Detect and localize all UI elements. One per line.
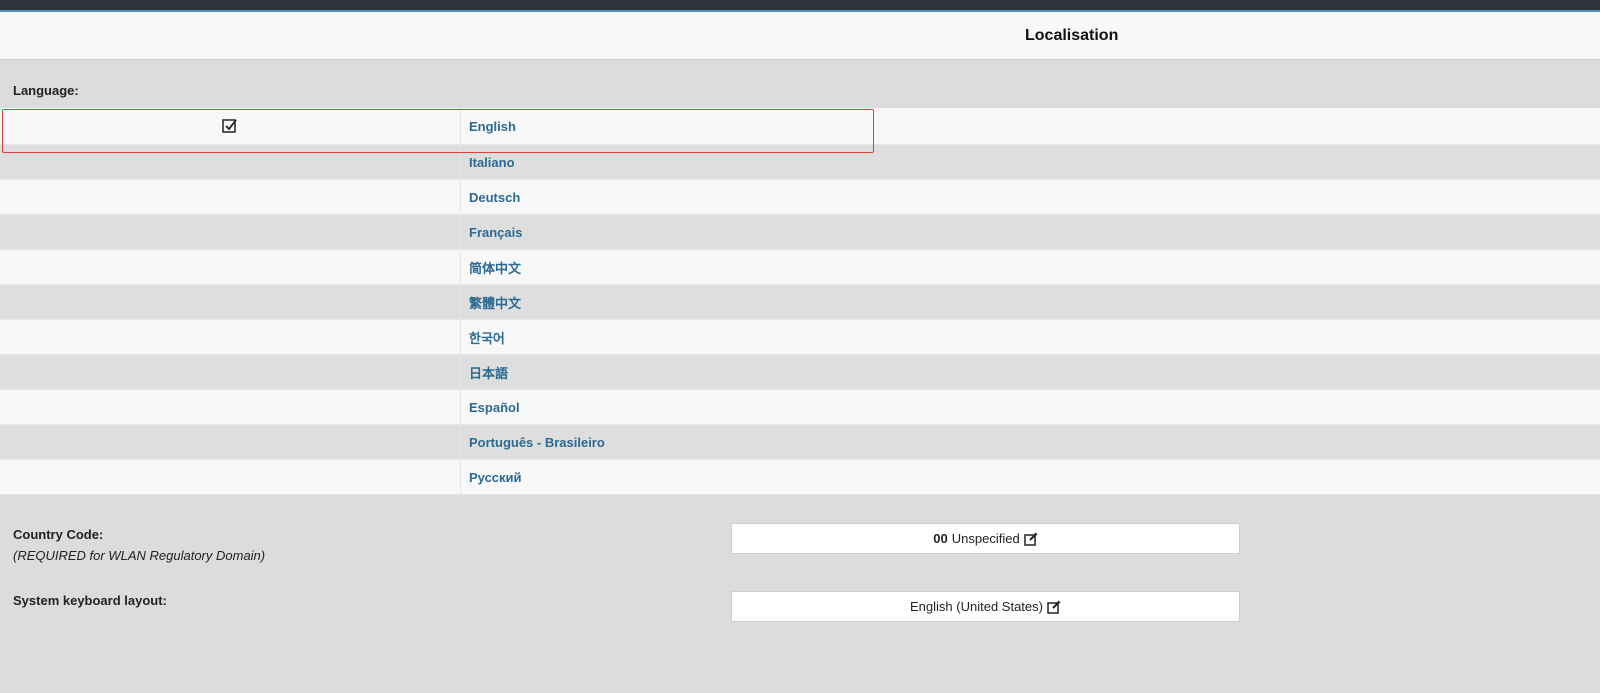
language-row-korean[interactable]: 한국어 [0, 320, 1600, 355]
language-select-cell[interactable] [0, 320, 461, 354]
language-link-japanese[interactable]: 日本語 [461, 355, 1600, 389]
language-select-cell[interactable] [0, 145, 461, 179]
language-link-traditional-chinese[interactable]: 繁體中文 [461, 285, 1600, 319]
top-bar [0, 0, 1600, 12]
keyboard-layout-button[interactable]: English (United States) [731, 591, 1240, 622]
language-select-cell[interactable] [0, 180, 461, 214]
language-label: Language: [13, 83, 79, 98]
page-title: Localisation [1025, 27, 1119, 44]
language-row-portugues[interactable]: Português - Brasileiro [0, 425, 1600, 460]
language-link-russian[interactable]: Русский [461, 460, 1600, 494]
language-select-cell[interactable] [0, 108, 461, 144]
language-row-english[interactable]: English [0, 108, 1600, 145]
language-link-francais[interactable]: Français [461, 215, 1600, 249]
language-select-cell[interactable] [0, 460, 461, 494]
language-link-portugues[interactable]: Português - Brasileiro [461, 425, 1600, 459]
language-row-italiano[interactable]: Italiano [0, 145, 1600, 180]
language-select-cell[interactable] [0, 355, 461, 389]
language-select-cell[interactable] [0, 425, 461, 459]
page-header: Localisation [0, 12, 1600, 60]
language-row-espanol[interactable]: Español [0, 390, 1600, 425]
language-section-header: Language: [0, 60, 1600, 108]
language-select-cell[interactable] [0, 285, 461, 319]
language-row-traditional-chinese[interactable]: 繁體中文 [0, 285, 1600, 320]
language-row-russian[interactable]: Русский [0, 460, 1600, 495]
language-row-francais[interactable]: Français [0, 215, 1600, 250]
keyboard-label-group: System keyboard layout: [13, 593, 167, 608]
country-code-button[interactable]: 00 Unspecified [731, 523, 1240, 554]
language-select-cell[interactable] [0, 250, 461, 284]
language-select-cell[interactable] [0, 215, 461, 249]
country-code-label-group: Country Code: (REQUIRED for WLAN Regulat… [13, 527, 265, 563]
edit-icon[interactable] [1047, 599, 1061, 614]
language-table: English Italiano Deutsch Français 简体中文 繁… [0, 108, 1600, 495]
settings-section: Country Code: (REQUIRED for WLAN Regulat… [0, 495, 1600, 685]
language-row-simplified-chinese[interactable]: 简体中文 [0, 250, 1600, 285]
language-link-deutsch[interactable]: Deutsch [461, 180, 1600, 214]
language-link-espanol[interactable]: Español [461, 390, 1600, 424]
country-name-value: Unspecified [951, 531, 1020, 546]
checked-box-icon [221, 117, 239, 135]
language-link-italiano[interactable]: Italiano [461, 145, 1600, 179]
keyboard-layout-value: English (United States) [910, 599, 1043, 614]
keyboard-layout-label: System keyboard layout: [13, 593, 167, 608]
language-select-cell[interactable] [0, 390, 461, 424]
edit-icon[interactable] [1023, 531, 1038, 546]
country-code-value: 00 [933, 531, 948, 546]
country-code-label: Country Code: [13, 527, 104, 542]
country-code-sublabel: (REQUIRED for WLAN Regulatory Domain) [13, 548, 266, 563]
language-link-simplified-chinese[interactable]: 简体中文 [461, 250, 1600, 284]
language-row-japanese[interactable]: 日本語 [0, 355, 1600, 390]
language-link-english[interactable]: English [461, 108, 1600, 144]
language-link-korean[interactable]: 한국어 [461, 320, 1600, 354]
language-row-deutsch[interactable]: Deutsch [0, 180, 1600, 215]
